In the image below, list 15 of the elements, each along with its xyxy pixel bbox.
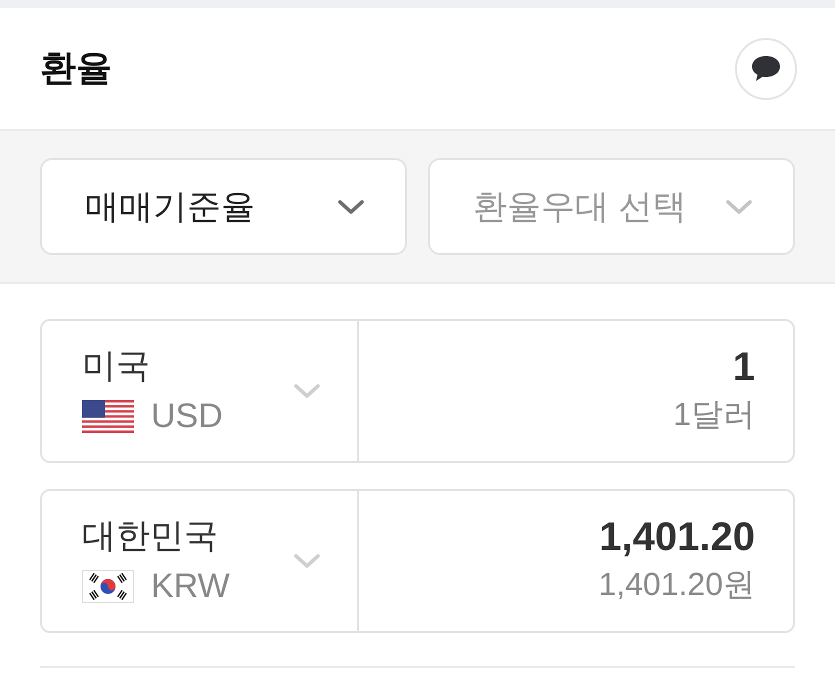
amount-field[interactable]: 1 1달러	[359, 321, 793, 461]
korean-flag-icon	[82, 570, 134, 602]
speech-bubble-icon	[751, 55, 781, 82]
currency-selector[interactable]: 대한민국 KRW	[42, 491, 359, 631]
amount-in-words: 1,401.20원	[598, 565, 755, 604]
chevron-down-icon	[337, 198, 365, 214]
page-title: 환율	[40, 46, 112, 90]
currency-selector[interactable]: 미국 USD	[42, 321, 359, 461]
amount-field[interactable]: 1,401.20 1,401.20원	[359, 491, 793, 631]
chevron-down-icon	[293, 553, 321, 569]
chevron-down-icon	[725, 198, 753, 214]
us-flag-icon	[82, 400, 134, 432]
amount-in-words: 1달러	[673, 395, 755, 434]
dropdown[interactable]: 매매기준율	[40, 158, 407, 255]
chevron-down-icon	[293, 383, 321, 399]
